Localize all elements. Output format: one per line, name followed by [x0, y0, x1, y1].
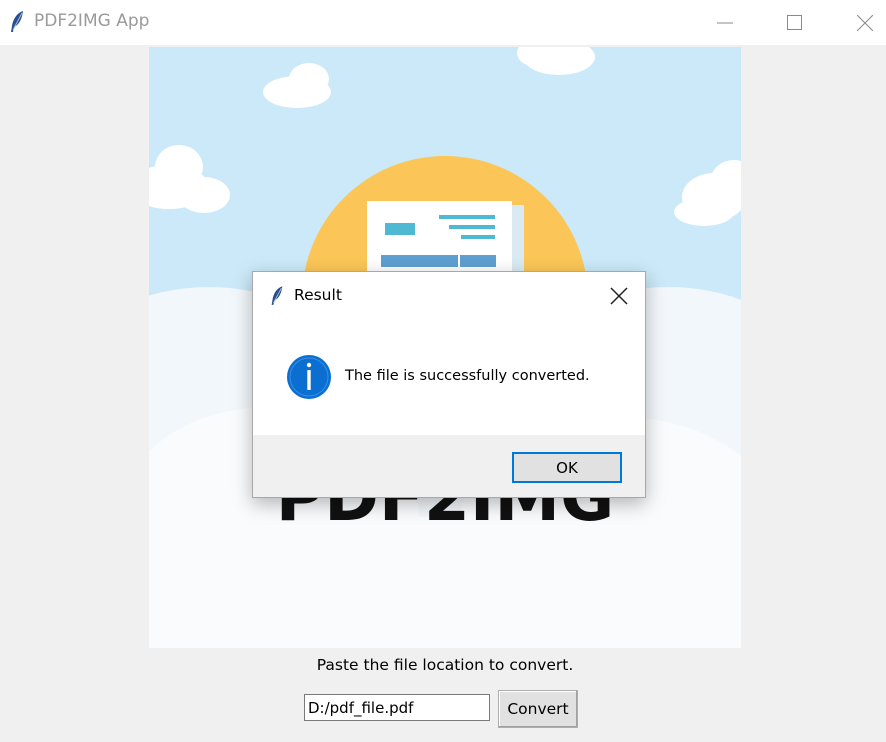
dialog-footer: OK: [253, 435, 645, 497]
minimize-icon: [717, 22, 733, 23]
maximize-icon: [787, 14, 802, 30]
minimize-button[interactable]: [690, 0, 760, 45]
instruction-label: Paste the file location to convert.: [316, 656, 574, 674]
dialog-message: The file is successfully converted.: [345, 368, 590, 384]
close-icon: [610, 287, 628, 305]
result-dialog: Result The file is successfully converte…: [252, 271, 646, 498]
feather-icon: [271, 286, 283, 305]
info-icon: [287, 355, 331, 399]
window-title: PDF2IMG App: [34, 11, 150, 31]
maximize-button[interactable]: [760, 0, 830, 45]
title-bar[interactable]: PDF2IMG App: [0, 0, 886, 45]
file-path-input[interactable]: [304, 694, 490, 721]
app-window: PDF2IMG App Paste the file location to c…: [0, 0, 886, 742]
feather-icon: [11, 11, 23, 32]
dialog-title: Result: [294, 286, 342, 304]
convert-button[interactable]: Convert: [498, 690, 578, 728]
ok-button[interactable]: OK: [512, 452, 622, 483]
close-button[interactable]: [830, 0, 886, 45]
close-icon: [857, 14, 873, 31]
dialog-close-button[interactable]: [606, 283, 632, 309]
